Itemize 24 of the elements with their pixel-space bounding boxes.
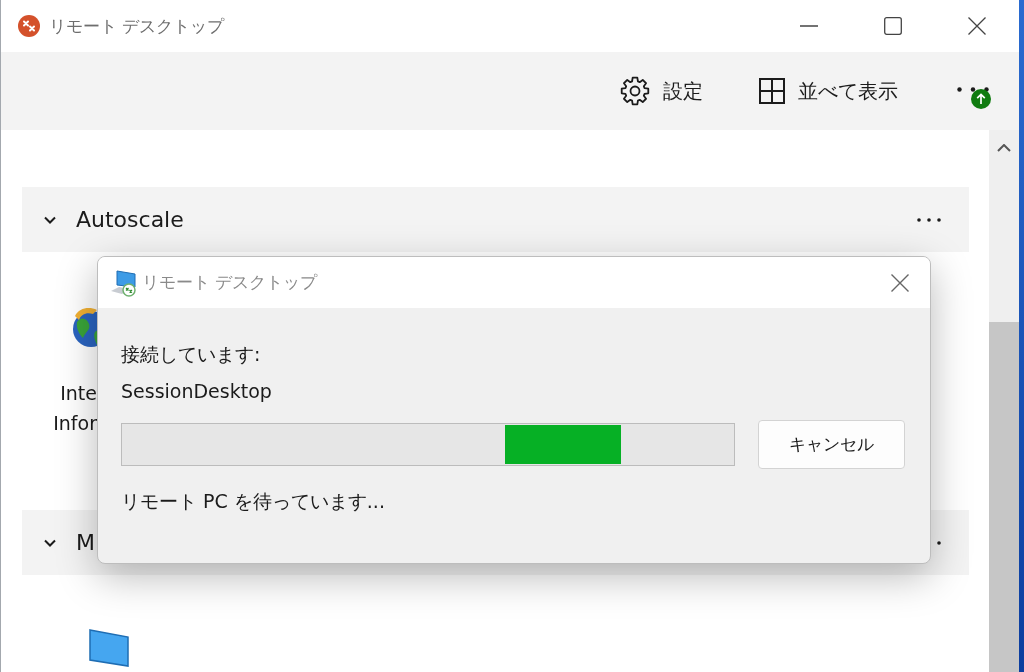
- minimize-icon: [800, 25, 818, 27]
- status-message: リモート PC を待っています...: [121, 489, 385, 514]
- app-icon: [18, 15, 40, 37]
- group-name: M: [76, 530, 95, 555]
- settings-icon: [620, 76, 650, 106]
- maximize-icon: [884, 17, 902, 35]
- tile-label: Inte: [60, 381, 97, 406]
- scroll-up-icon[interactable]: [997, 144, 1011, 152]
- cancel-button[interactable]: キャンセル: [758, 420, 905, 469]
- grid-icon: [759, 78, 785, 104]
- close-icon: [891, 273, 909, 292]
- status-text: 接続しています:: [121, 342, 261, 367]
- remote-desktop-icon: [110, 268, 138, 297]
- group-name: Autoscale: [76, 207, 184, 232]
- window-title: リモート デスクトップ: [49, 14, 225, 38]
- monitor-icon[interactable]: [89, 629, 129, 667]
- close-icon: [968, 17, 986, 35]
- tile-label: Infor: [53, 411, 97, 436]
- more-icon: [917, 217, 941, 222]
- settings-button[interactable]: 設定: [608, 69, 715, 113]
- tile-view-button[interactable]: 並べて表示: [747, 69, 910, 113]
- scrollbar-thumb[interactable]: [989, 322, 1019, 672]
- dialog-title: リモート デスクトップ: [142, 271, 318, 294]
- target-name: SessionDesktop: [121, 379, 272, 404]
